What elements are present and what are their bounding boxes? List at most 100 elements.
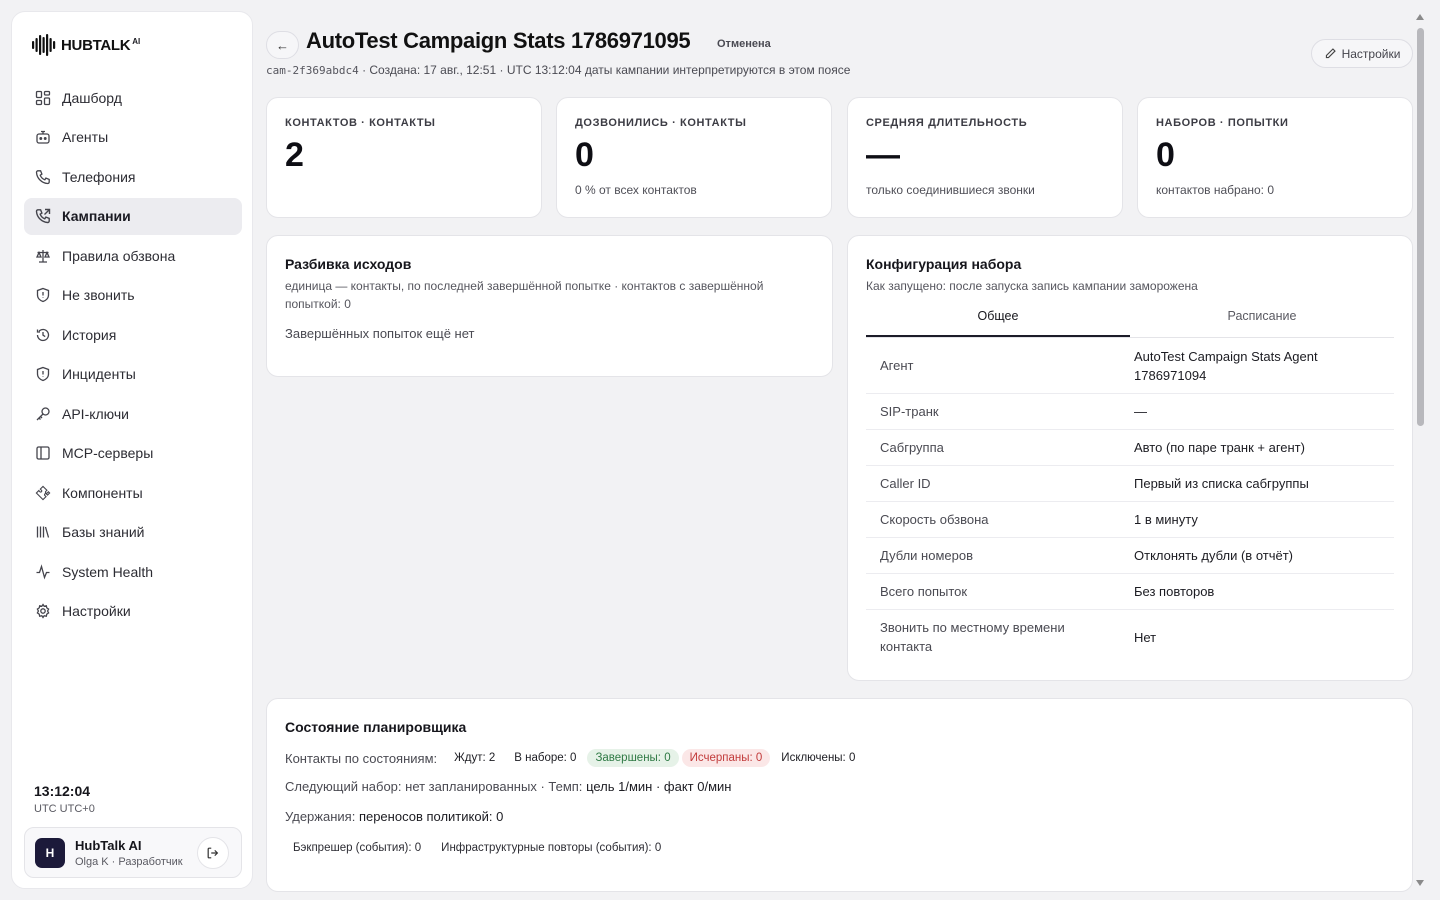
config-key: Сабгруппа: [880, 440, 944, 455]
config-value: Первый из списка сабгруппы: [1134, 476, 1309, 491]
dashboard-icon: [35, 90, 51, 106]
backpressure-events: Бэкпрешер (события): 0: [293, 842, 422, 854]
state-chip-completed: Завершены: 0: [587, 749, 679, 767]
page-title: AutoTest Campaign Stats 1786971095: [306, 28, 691, 53]
table-row: Caller ID Первый из списка сабгруппы: [866, 466, 1394, 502]
config-value: Авто (по паре транк + агент): [1134, 440, 1305, 455]
next-dial-value: нет запланированных: [405, 779, 537, 794]
pencil-icon: [1325, 48, 1336, 59]
state-chip-exhausted: Исчерпаны: 0: [681, 749, 771, 767]
stat-sub: 0 % от всех контактов: [575, 183, 697, 197]
sidebar-item-settings[interactable]: Настройки: [24, 593, 242, 630]
stat-value: 0: [575, 136, 594, 174]
table-row: Сабгруппа Авто (по паре транк + агент): [866, 430, 1394, 466]
scheduler-title: Состояние планировщика: [285, 719, 467, 735]
holds-value: переносов политикой: 0: [358, 809, 504, 824]
stat-label: ДОЗВОНИЛИСЬ · КОНТАКТЫ: [575, 117, 747, 129]
sidebar-item-label: MCP-серверы: [62, 445, 154, 461]
config-title: Конфигурация набора: [866, 256, 1022, 272]
settings-button[interactable]: Настройки: [1311, 39, 1413, 68]
config-key: Скорость обзвона: [880, 512, 989, 527]
sidebar-item-label: Базы знаний: [62, 524, 145, 540]
clock-timezone: UTC UTC+0: [34, 803, 95, 815]
stat-value: 2: [285, 136, 304, 174]
sidebar-item-label: История: [62, 326, 117, 343]
sidebar-item-history[interactable]: История: [24, 316, 242, 353]
table-row: Звонить по местному времени контакта Нет: [866, 610, 1394, 664]
config-card: Конфигурация набора Как запущено: после …: [847, 235, 1413, 681]
gear-icon: [35, 603, 51, 619]
table-row: Агент AutoTest Campaign Stats Agent 1786…: [866, 338, 1394, 394]
config-key: Всего попыток: [880, 584, 968, 599]
next-dial-label: Следующий набор:: [285, 779, 402, 794]
tab-general[interactable]: Общее: [866, 309, 1130, 337]
config-value: —: [1134, 404, 1147, 419]
bot-icon: [35, 129, 51, 145]
sidebar-item-label: Телефония: [62, 168, 136, 185]
tab-schedule[interactable]: Расписание: [1130, 309, 1394, 337]
settings-button-label: Настройки: [1341, 46, 1401, 61]
stat-sub: контактов набрано: 0: [1156, 183, 1275, 197]
sidebar-item-api-keys[interactable]: API-ключи: [24, 395, 242, 432]
stat-card-reached: ДОЗВОНИЛИСЬ · КОНТАКТЫ 0 0 % от всех кон…: [556, 97, 832, 218]
sidebar-item-do-not-call[interactable]: Не звонить: [24, 277, 242, 314]
config-value: AutoTest Campaign Stats Agent 1786971094: [1134, 348, 1318, 383]
sidebar-item-system-health[interactable]: System Health: [24, 553, 242, 590]
brand-suffix: AI: [132, 37, 141, 46]
contact-states-label: Контакты по состояниям:: [285, 750, 438, 766]
outcomes-title: Разбивка исходов: [285, 256, 412, 272]
key-icon: [35, 406, 51, 422]
sidebar-item-label: Агенты: [62, 129, 109, 145]
sidebar-item-components[interactable]: Компоненты: [24, 474, 242, 511]
sidebar-item-dashboard[interactable]: Дашборд: [24, 79, 242, 116]
user-name: HubTalk AI: [75, 837, 142, 853]
history-icon: [35, 327, 51, 343]
config-value: Нет: [1134, 629, 1157, 645]
stat-label: КОНТАКТОВ · КОНТАКТЫ: [285, 117, 436, 129]
stat-card-dials: НАБОРОВ · ПОПЫТКИ 0 контактов набрано: 0: [1137, 97, 1413, 218]
avatar: H: [35, 837, 65, 868]
table-row: Всего попыток Без повторов: [866, 574, 1394, 610]
logout-icon: [207, 847, 219, 859]
scroll-up-arrow-icon[interactable]: [1416, 14, 1424, 20]
logout-button[interactable]: [197, 837, 229, 869]
campaign-meta: cam-2f369abdc4 · Создана: 17 авг., 12:51…: [266, 63, 850, 77]
state-chip-dialing: В наборе: 0: [514, 752, 577, 764]
scale-icon: [35, 248, 51, 264]
outcomes-card: Разбивка исходов единица — контакты, по …: [266, 235, 833, 377]
config-key: SIP-транк: [880, 404, 939, 419]
sidebar-item-mcp-servers[interactable]: MCP-серверы: [24, 435, 242, 472]
sidebar-item-label: Инциденты: [62, 366, 136, 382]
scroll-down-arrow-icon[interactable]: [1416, 880, 1424, 886]
status-badge: Отменена: [717, 38, 771, 50]
stat-card-contacts: КОНТАКТОВ · КОНТАКТЫ 2: [266, 97, 542, 218]
scrollbar-thumb[interactable]: [1417, 28, 1424, 426]
table-row: Дубли номеров Отклонять дубли (в отчёт): [866, 538, 1394, 574]
config-key: Дубли номеров: [880, 548, 973, 563]
clock-time: 13:12:04: [34, 783, 91, 799]
stat-value: —: [866, 136, 900, 174]
sidebar-item-label: Не звонить: [62, 287, 135, 303]
holds-label: Удержания:: [285, 809, 356, 824]
sidebar-item-knowledge-bases[interactable]: Базы знаний: [24, 514, 242, 551]
user-card[interactable]: H HubTalk AI Olga K · Разработчик: [24, 827, 242, 878]
stat-sub: только соединившиеся звонки: [866, 183, 1035, 197]
sidebar-nav: Дашборд Агенты Телефония Кампании Правил…: [24, 79, 242, 632]
sidebar-item-dial-rules[interactable]: Правила обзвона: [24, 237, 242, 274]
stat-card-avg-duration: СРЕДНЯЯ ДЛИТЕЛЬНОСТЬ — только соединивши…: [847, 97, 1123, 218]
sidebar-item-agents[interactable]: Агенты: [24, 119, 242, 156]
config-key: Caller ID: [880, 476, 931, 491]
stat-label: НАБОРОВ · ПОПЫТКИ: [1156, 117, 1289, 129]
sidebar-item-campaigns[interactable]: Кампании: [24, 197, 242, 235]
sidebar-item-incidents[interactable]: Инциденты: [24, 356, 242, 393]
brand-logo[interactable]: HUBTALK AI: [32, 34, 140, 56]
contact-states: Контакты по состояниям: Ждут: 2 В наборе…: [285, 749, 1394, 767]
sidebar-item-label: System Health: [62, 563, 154, 580]
table-row: Скорость обзвона 1 в минуту: [866, 502, 1394, 538]
sidebar-item-telephony[interactable]: Телефония: [24, 158, 242, 195]
back-button[interactable]: ←: [266, 31, 299, 59]
config-table: Агент AutoTest Campaign Stats Agent 1786…: [866, 338, 1394, 664]
user-info: HubTalk AI Olga K · Разработчик: [75, 838, 183, 868]
page-scrollbar[interactable]: [1414, 10, 1426, 890]
next-dial-line: Следующий набор: нет запланированных · Т…: [285, 779, 1394, 794]
